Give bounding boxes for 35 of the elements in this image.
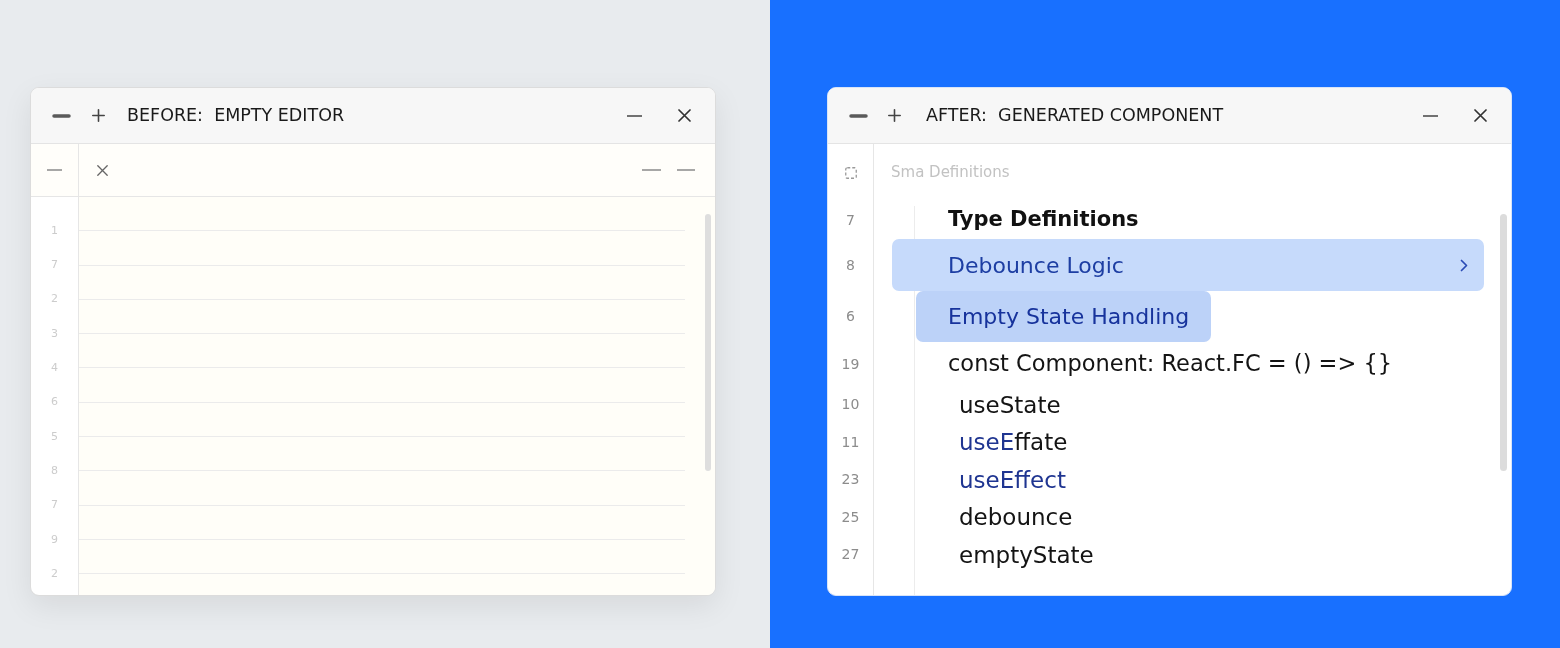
scrollbar-thumb[interactable]	[705, 214, 711, 471]
line-number: 10	[841, 395, 860, 415]
code-line: debounce	[959, 503, 1073, 532]
list-item[interactable]: Empty State Handling	[916, 291, 1212, 342]
section-label: Sma Definitions	[891, 162, 1010, 184]
window-title: AFTER: GENERATED COMPONENT	[926, 104, 1224, 128]
line-number: 7	[846, 210, 855, 230]
scrollbar-thumb[interactable]	[1500, 214, 1507, 471]
minus-icon[interactable]	[52, 113, 71, 118]
minus-icon[interactable]	[849, 113, 868, 118]
minimize-icon[interactable]	[1423, 114, 1438, 117]
line-number: 25	[841, 507, 860, 527]
plus-icon[interactable]	[888, 109, 901, 122]
code-line: emptyState	[959, 540, 1094, 570]
line-number: 6	[846, 307, 855, 326]
line-number: 11	[841, 432, 860, 452]
close-icon[interactable]	[97, 164, 108, 176]
line-number: 27	[841, 545, 860, 565]
plus-icon[interactable]	[92, 109, 105, 122]
close-icon[interactable]	[1474, 109, 1487, 122]
line-number: 8	[846, 255, 855, 275]
section-heading: Type Definitions	[948, 206, 1139, 234]
editor-field[interactable]	[79, 197, 715, 595]
close-icon[interactable]	[678, 109, 691, 122]
code-line: useEffect	[959, 465, 1066, 495]
list-item[interactable]: Debounce Logic	[892, 239, 1484, 291]
dashed-box-icon[interactable]	[844, 166, 857, 179]
code-line: useState	[959, 390, 1061, 420]
code-line: const Component: React.FC = () => {}	[948, 349, 1393, 379]
line-number: 19	[841, 354, 860, 374]
chevron-right-icon[interactable]	[1460, 258, 1468, 272]
line-number: 23	[841, 470, 860, 490]
minimize-icon[interactable]	[627, 114, 642, 117]
code-line: useEffate	[959, 428, 1068, 457]
window-title: BEFORE: EMPTY EDITOR	[127, 104, 345, 128]
